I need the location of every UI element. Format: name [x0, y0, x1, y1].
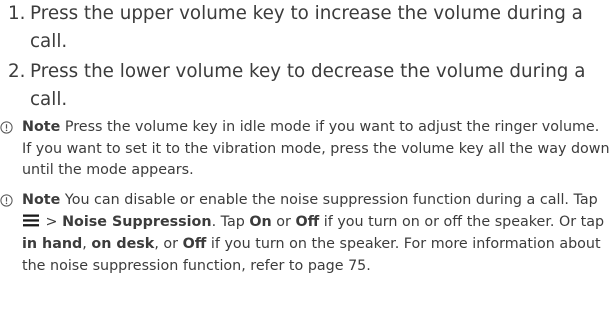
- note-text: Note You can disable or enable the noise…: [22, 190, 612, 277]
- manual-page: 1. Press the upper volume key to increas…: [0, 0, 616, 310]
- note-label: Note: [22, 119, 61, 135]
- step-text: Press the lower volume key to decrease t…: [30, 61, 586, 110]
- step-number: 1.: [8, 3, 26, 24]
- note-text: Note Press the volume key in idle mode i…: [22, 117, 612, 182]
- note-label: Note: [22, 192, 61, 208]
- note-text-part: if you turn on or off the speaker. Or ta…: [319, 213, 605, 230]
- option-on: On: [249, 213, 272, 230]
- note-body-text: Press the volume key in idle mode if you…: [22, 119, 610, 178]
- list-item: 1. Press the upper volume key to increas…: [8, 0, 614, 56]
- option-in-hand: in hand: [22, 236, 83, 252]
- menu-icon: [23, 213, 39, 235]
- note-text-part: , or: [154, 236, 183, 252]
- note-text-part: You can disable or enable the noise supp…: [60, 192, 598, 208]
- info-icon: [0, 117, 22, 182]
- note-text-part: >: [41, 213, 63, 230]
- option-off-speaker: Off: [182, 236, 207, 252]
- step-text: Press the upper volume key to increase t…: [30, 3, 583, 52]
- menu-option-noise-suppression: Noise Suppression: [62, 213, 212, 230]
- step-list: 1. Press the upper volume key to increas…: [8, 0, 614, 116]
- note-volume-idle: Note Press the volume key in idle mode i…: [0, 117, 612, 182]
- note-text-part: . Tap: [211, 213, 250, 230]
- note-text-part: or: [271, 213, 296, 230]
- option-off: Off: [295, 213, 320, 230]
- step-number: 2.: [8, 61, 26, 82]
- info-icon: [0, 190, 22, 277]
- note-noise-suppression: Note You can disable or enable the noise…: [0, 190, 612, 277]
- list-item: 2. Press the lower volume key to decreas…: [8, 58, 614, 114]
- option-on-desk: on desk: [91, 236, 155, 252]
